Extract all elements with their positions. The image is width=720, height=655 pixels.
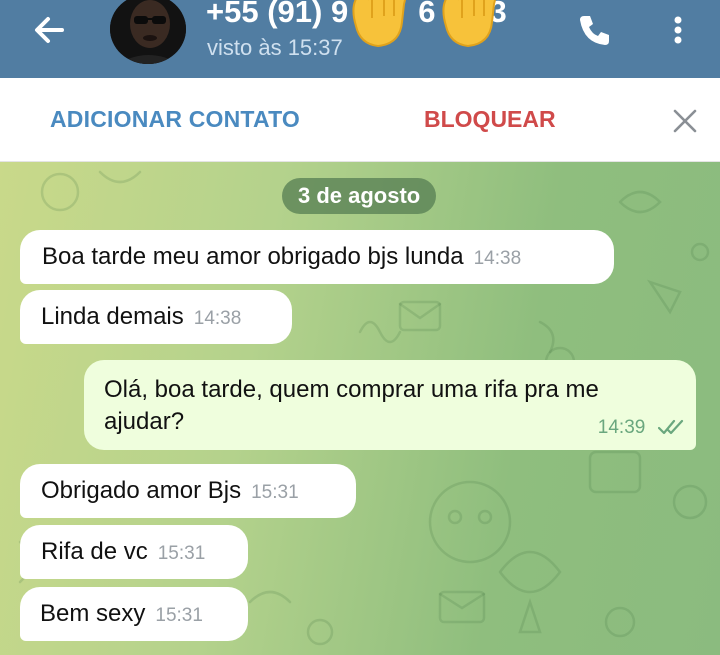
add-contact-button[interactable]: ADICIONAR CONTATO <box>50 106 300 133</box>
message-meta: 14:39 <box>588 410 686 444</box>
phone-icon[interactable] <box>572 8 616 52</box>
back-arrow-icon[interactable] <box>28 8 72 52</box>
message-text: Rifa de vc <box>41 538 148 565</box>
message-text: Olá, boa tarde, quem comprar uma rifa pr… <box>104 376 599 435</box>
contact-number-start: +55 (91) 9 <box>206 0 349 29</box>
message-time: 14:38 <box>473 248 522 269</box>
message-time: 14:39 <box>597 417 646 438</box>
message-time: 14:38 <box>193 308 242 329</box>
last-seen-status: visto às 15:37 <box>207 35 343 60</box>
message-text: Linda demais <box>41 303 184 330</box>
message-bubble-incoming[interactable]: Boa tarde meu amor obrigado bjs lunda 14:… <box>20 230 614 284</box>
more-vertical-icon[interactable] <box>660 8 696 52</box>
block-button[interactable]: BLOQUEAR <box>424 106 556 133</box>
chat-area[interactable]: 3 de agosto Boa tarde meu amor obrigado … <box>0 162 720 655</box>
message-text: Obrigado amor Bjs <box>41 477 242 504</box>
message-bubble-incoming[interactable]: Rifa de vc 15:31 <box>20 525 248 579</box>
double-check-icon <box>658 419 684 434</box>
close-icon[interactable] <box>668 104 702 138</box>
avatar[interactable] <box>110 0 186 64</box>
raised-hands-emoji-icon <box>352 0 406 48</box>
message-bubble-incoming[interactable]: Obrigado amor Bjs 15:31 <box>20 464 356 518</box>
message-bubble-incoming[interactable]: Linda demais 14:38 <box>20 290 292 344</box>
message-time: 15:31 <box>251 482 299 503</box>
message-bubble-incoming[interactable]: Bem sexy 15:31 <box>20 587 248 641</box>
chat-header: +55 (91) 963 visto às 15:37 <box>0 0 720 78</box>
raised-hands-emoji-icon-2 <box>442 0 496 48</box>
contact-action-bar: ADICIONAR CONTATO BLOQUEAR <box>0 78 720 162</box>
message-time: 15:31 <box>155 605 203 626</box>
message-time: 15:31 <box>157 543 206 564</box>
date-separator: 3 de agosto <box>282 178 437 214</box>
message-bubble-outgoing[interactable]: Olá, boa tarde, quem comprar uma rifa pr… <box>84 360 696 450</box>
message-text: Boa tarde meu amor obrigado bjs lunda <box>42 243 464 270</box>
message-text: Bem sexy <box>40 600 146 627</box>
